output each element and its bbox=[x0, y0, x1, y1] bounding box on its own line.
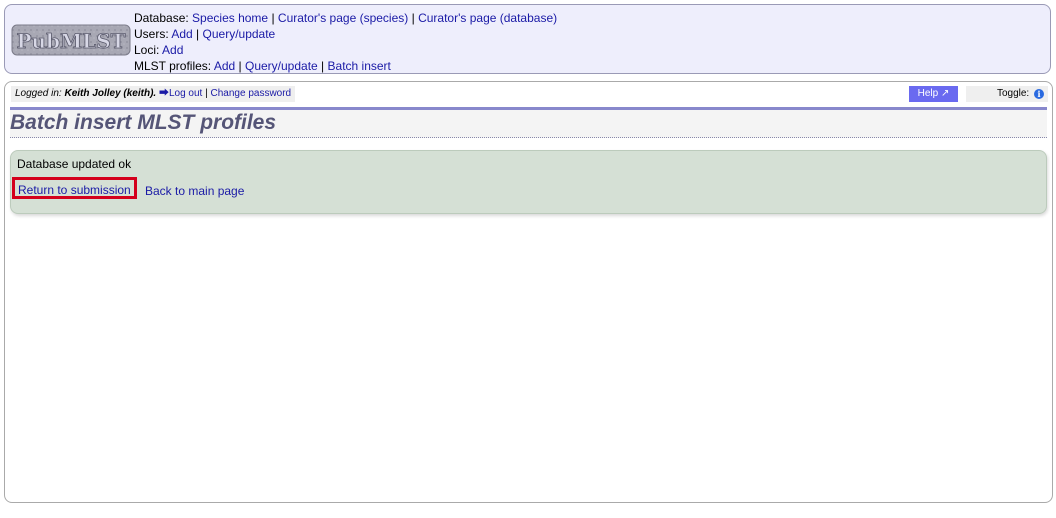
profiles-batch-insert-link[interactable]: Batch insert bbox=[328, 59, 391, 73]
logged-in-user: Keith Jolley (keith). bbox=[64, 88, 157, 99]
users-add-link[interactable]: Add bbox=[171, 27, 192, 41]
status-message: Database updated ok bbox=[17, 157, 132, 171]
species-home-link[interactable]: Species home bbox=[192, 11, 268, 25]
page-title-bar: Batch insert MLST profiles bbox=[10, 107, 1047, 138]
separator: | bbox=[321, 59, 325, 73]
separator: | bbox=[205, 88, 208, 99]
back-to-main-page-link[interactable]: Back to main page bbox=[145, 184, 244, 198]
toggle-label: Toggle: bbox=[996, 88, 1030, 99]
main-panel: Logged in: Keith Jolley (keith). ⮕Log ou… bbox=[4, 81, 1053, 503]
header-nav: Database: Species home | Curator's page … bbox=[134, 10, 557, 74]
separator: | bbox=[238, 59, 242, 73]
toggle-control[interactable]: Toggle: i bbox=[966, 86, 1048, 102]
pubmlst-logo[interactable]: PubMLST bbox=[11, 22, 131, 58]
return-to-submission-link[interactable]: Return to submission bbox=[12, 177, 137, 199]
users-query-update-link[interactable]: Query/update bbox=[203, 27, 276, 41]
profiles-row: MLST profiles: Add | Query/update | Batc… bbox=[134, 58, 557, 74]
loci-row: Loci: Add bbox=[134, 42, 557, 58]
status-box: Database updated ok Return to submission… bbox=[10, 150, 1047, 214]
info-icon[interactable]: i bbox=[1034, 89, 1044, 99]
curators-page-database-link[interactable]: Curator's page (database) bbox=[418, 11, 557, 25]
users-label: Users: bbox=[134, 27, 169, 41]
logged-in-label: Logged in: bbox=[15, 88, 62, 99]
logout-label: Log out bbox=[168, 88, 203, 99]
database-row: Database: Species home | Curator's page … bbox=[134, 10, 557, 26]
users-row: Users: Add | Query/update bbox=[134, 26, 557, 42]
loci-label: Loci: bbox=[134, 43, 160, 57]
logout-icon: ⮕ bbox=[158, 88, 169, 99]
help-label: Help bbox=[917, 88, 939, 99]
logo-text: PubMLST bbox=[16, 29, 125, 53]
login-bar: Logged in: Keith Jolley (keith). ⮕Log ou… bbox=[11, 86, 296, 102]
external-link-icon: ↗ bbox=[940, 88, 950, 99]
help-button[interactable]: Help ↗ bbox=[909, 86, 958, 102]
logout-link[interactable]: ⮕Log out bbox=[159, 88, 202, 99]
page-title: Batch insert MLST profiles bbox=[10, 111, 277, 134]
separator: | bbox=[411, 11, 415, 25]
separator: | bbox=[196, 27, 200, 41]
loci-add-link[interactable]: Add bbox=[162, 43, 183, 57]
profiles-label: MLST profiles: bbox=[134, 59, 212, 73]
change-password-link[interactable]: Change password bbox=[211, 88, 292, 99]
site-header: PubMLST Database: Species home | Curator… bbox=[4, 4, 1051, 74]
database-label: Database: bbox=[134, 11, 189, 25]
curators-page-species-link[interactable]: Curator's page (species) bbox=[278, 11, 408, 25]
profiles-add-link[interactable]: Add bbox=[214, 59, 235, 73]
profiles-query-update-link[interactable]: Query/update bbox=[245, 59, 318, 73]
separator: | bbox=[271, 11, 275, 25]
